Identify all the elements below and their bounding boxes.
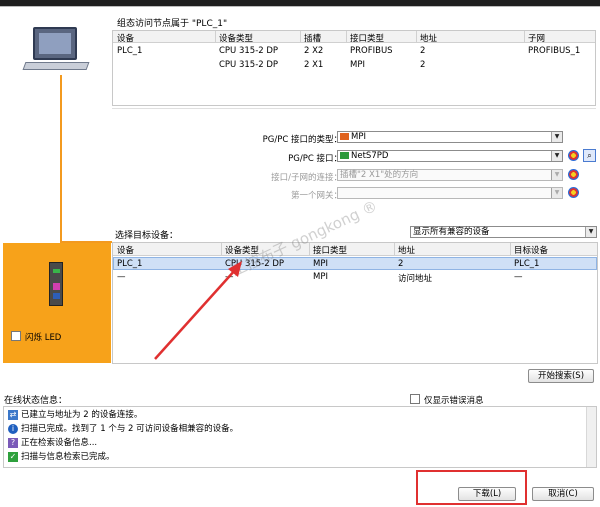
list-item: ✓ 扫描与信息检索已完成。 bbox=[8, 450, 115, 464]
chevron-down-icon[interactable]: ▼ bbox=[551, 188, 562, 198]
list-item: i 扫描已完成。找到了 1 个与 2 可访问设备相兼容的设备。 bbox=[8, 422, 238, 436]
col-subnet: 子网 bbox=[528, 34, 546, 44]
status-text: 正在检索设备信息... bbox=[21, 438, 98, 448]
node-table: 设备 设备类型 插槽 接口类型 地址 子网 PLC_1 CPU 315-2 DP… bbox=[112, 30, 596, 106]
chevron-down-icon[interactable]: ▼ bbox=[551, 170, 562, 180]
chevron-down-icon[interactable]: ▼ bbox=[551, 132, 562, 142]
only-errors-label: 仅显示错误消息 bbox=[424, 396, 484, 406]
cell-target-device: PLC_1 bbox=[514, 259, 540, 269]
status-text: 已建立与地址为 2 的设备连接。 bbox=[21, 410, 143, 420]
list-item: ⇄ 已建立与地址为 2 的设备连接。 bbox=[8, 408, 142, 422]
properties-icon[interactable] bbox=[568, 150, 579, 161]
col-device-type: 设备类型 bbox=[219, 34, 254, 44]
search-icon: ? bbox=[8, 437, 18, 448]
cell-slot: 2 X2 bbox=[304, 46, 324, 56]
node-section-title: 组态访问节点属于 "PLC_1" bbox=[117, 19, 228, 29]
flash-led-label: 闪烁 LED bbox=[25, 333, 62, 343]
col-target-device: 目标设备 bbox=[514, 246, 549, 256]
pgpc-interface-label: PG/PC 接口： bbox=[288, 154, 342, 164]
cell-interface-type: MPI bbox=[313, 272, 328, 282]
properties-icon[interactable] bbox=[568, 169, 579, 180]
network-adapter-icon bbox=[340, 152, 349, 159]
target-device-label: 选择目标设备： bbox=[115, 231, 179, 241]
chevron-down-icon[interactable]: ▼ bbox=[585, 227, 596, 237]
subnet-connection-value: 插槽"2 X1"处的方向 bbox=[340, 170, 419, 180]
table-row[interactable]: CPU 315-2 DP 2 X1 MPI 2 bbox=[113, 59, 595, 71]
flash-led-checkbox[interactable] bbox=[11, 331, 21, 341]
col-slot: 插槽 bbox=[304, 34, 322, 44]
only-errors-checkbox[interactable] bbox=[410, 394, 420, 404]
cell-device: PLC_1 bbox=[117, 259, 143, 269]
start-search-button[interactable]: 开始搜索(S) bbox=[528, 369, 594, 383]
cell-interface-type: PROFIBUS bbox=[350, 46, 393, 56]
check-icon: ✓ bbox=[8, 451, 18, 462]
col-address: 地址 bbox=[420, 34, 438, 44]
cell-address: 2 bbox=[420, 46, 426, 56]
annotation-arrow bbox=[154, 261, 242, 360]
cancel-button[interactable]: 取消(C) bbox=[532, 487, 594, 501]
col-interface-type: 接口类型 bbox=[350, 34, 385, 44]
target-filter-select[interactable]: 显示所有兼容的设备 ▼ bbox=[410, 226, 597, 238]
cell-slot: 2 X1 bbox=[304, 60, 324, 70]
connection-cable bbox=[60, 75, 62, 243]
pgpc-interface-select[interactable]: NetS7PD ▼ bbox=[337, 150, 563, 162]
cell-interface-type: MPI bbox=[313, 259, 328, 269]
cell-device: — bbox=[117, 272, 126, 282]
pgpc-type-select[interactable]: MPI ▼ bbox=[337, 131, 563, 143]
divider bbox=[112, 108, 596, 109]
cell-interface-type: MPI bbox=[350, 60, 365, 70]
divider bbox=[0, 6, 600, 7]
gateway-label: 第一个网关： bbox=[290, 191, 342, 201]
node-table-header: 设备 设备类型 插槽 接口类型 地址 子网 bbox=[113, 31, 595, 44]
pgpc-interface-value: NetS7PD bbox=[351, 151, 389, 161]
cell-device-type: CPU 315-2 DP bbox=[219, 60, 279, 70]
cell-address: 2 bbox=[420, 60, 426, 70]
cell-target-device: — bbox=[514, 272, 523, 282]
target-filter-value: 显示所有兼容的设备 bbox=[413, 227, 490, 237]
col-address: 地址 bbox=[398, 246, 416, 256]
col-device: 设备 bbox=[117, 34, 135, 44]
cell-device: PLC_1 bbox=[117, 46, 143, 56]
col-interface-type: 接口类型 bbox=[313, 246, 348, 256]
mpi-interface-icon bbox=[340, 133, 349, 140]
status-text: 扫描已完成。找到了 1 个与 2 可访问设备相兼容的设备。 bbox=[21, 424, 239, 434]
chevron-down-icon[interactable]: ▼ bbox=[551, 151, 562, 161]
pgpc-type-label: PG/PC 接口的类型： bbox=[262, 135, 342, 145]
subnet-connection-select[interactable]: 插槽"2 X1"处的方向 ▼ bbox=[337, 169, 563, 181]
properties-icon[interactable] bbox=[568, 187, 579, 198]
info-icon: i bbox=[8, 423, 18, 434]
table-row[interactable]: PLC_1 CPU 315-2 DP 2 X2 PROFIBUS 2 PROFI… bbox=[113, 45, 595, 57]
online-status-label: 在线状态信息： bbox=[4, 396, 68, 406]
cell-device-type: CPU 315-2 DP bbox=[219, 46, 279, 56]
status-scrollbar[interactable] bbox=[586, 407, 596, 467]
pc-keyboard-icon bbox=[22, 62, 90, 70]
pgpc-type-value: MPI bbox=[351, 132, 366, 142]
col-device: 设备 bbox=[117, 246, 135, 256]
plc-module-icon bbox=[49, 262, 63, 306]
subnet-connection-label: 接口/子网的连接： bbox=[271, 173, 342, 183]
connected-icon: ⇄ bbox=[8, 409, 18, 420]
list-item: ? 正在检索设备信息... bbox=[8, 436, 97, 450]
cell-address: 访问地址 bbox=[398, 274, 433, 284]
pc-monitor-icon bbox=[33, 27, 77, 60]
download-button[interactable]: 下载(L) bbox=[458, 487, 516, 501]
status-text: 扫描与信息检索已完成。 bbox=[21, 452, 115, 462]
diagnostics-search-icon[interactable]: ⌕ bbox=[583, 149, 596, 162]
cell-address: 2 bbox=[398, 259, 404, 269]
status-message-list: ⇄ 已建立与地址为 2 的设备连接。 i 扫描已完成。找到了 1 个与 2 可访问设… bbox=[3, 406, 597, 468]
cell-subnet: PROFIBUS_1 bbox=[528, 46, 581, 56]
